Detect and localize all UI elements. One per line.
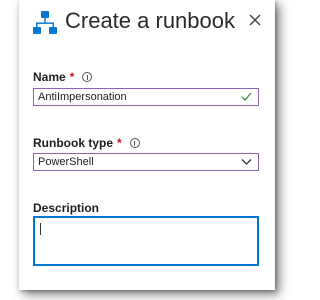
name-label-text: Name xyxy=(33,70,66,84)
description-label: Description xyxy=(33,201,99,215)
checkmark-icon xyxy=(241,92,252,101)
screenshot-stage: Create a runbook Name * AntiImpersonation… xyxy=(0,0,300,300)
name-field-value: AntiImpersonation xyxy=(38,91,127,103)
description-label-text: Description xyxy=(33,201,100,215)
name-field[interactable]: AntiImpersonation xyxy=(33,88,259,106)
create-runbook-panel: Create a runbook Name * AntiImpersonation… xyxy=(19,0,275,290)
info-icon[interactable] xyxy=(82,72,93,82)
close-icon[interactable] xyxy=(247,12,263,28)
runbook-type-value: PowerShell xyxy=(38,156,94,168)
runbook-type-label: Runbook type * xyxy=(33,136,140,150)
runbook-type-select[interactable]: PowerShell xyxy=(33,153,259,171)
panel-header: Create a runbook xyxy=(33,6,269,42)
page-title: Create a runbook xyxy=(65,8,235,33)
name-label: Name * xyxy=(33,70,93,84)
runbook-hierarchy-icon xyxy=(33,11,57,34)
required-marker: * xyxy=(117,136,122,150)
chevron-down-icon[interactable] xyxy=(241,158,252,166)
required-marker: * xyxy=(69,70,75,84)
description-field[interactable] xyxy=(33,216,259,266)
info-icon[interactable] xyxy=(129,138,140,148)
text-caret xyxy=(40,223,41,235)
runbook-type-label-text: Runbook type xyxy=(33,136,113,150)
